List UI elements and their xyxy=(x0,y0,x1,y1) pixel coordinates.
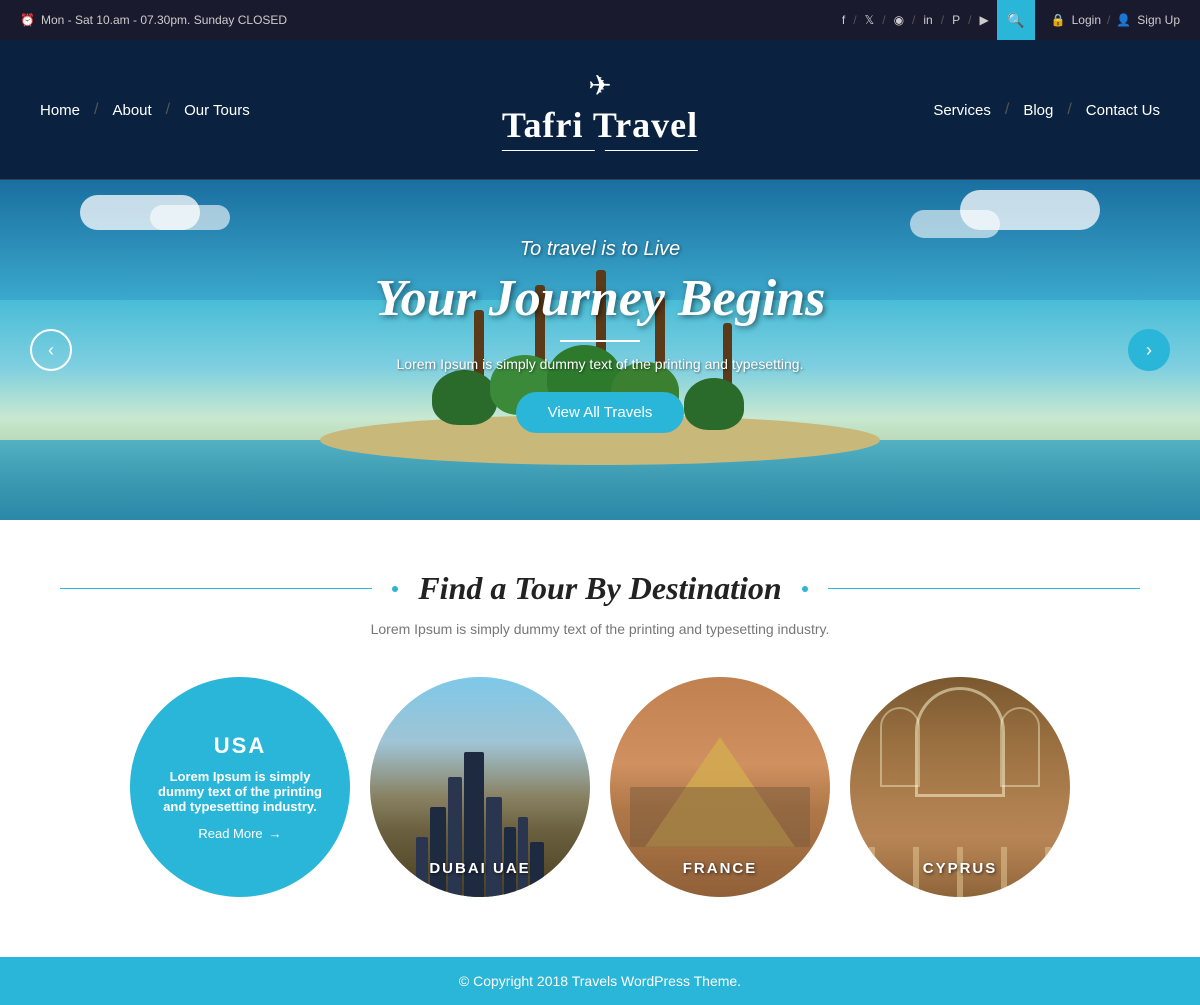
youtube-link[interactable]: ▶ xyxy=(979,13,988,27)
hero-divider xyxy=(560,340,640,342)
top-bar-right: f / 𝕏 / ◉ / in / P / ▶ 🔍 🔒 Login / 👤 Sig… xyxy=(842,0,1180,40)
cyprus-main-arch xyxy=(915,687,1005,797)
twitter-icon: 𝕏 xyxy=(865,13,875,27)
destination-cyprus[interactable]: CYPRUS xyxy=(850,677,1070,897)
dest-france-label: FRANCE xyxy=(610,860,830,877)
brand-divider xyxy=(502,150,698,151)
section-line-right xyxy=(828,588,1140,589)
cloud-2 xyxy=(150,205,230,230)
nav-our-tours[interactable]: Our Tours xyxy=(184,102,250,119)
destination-france[interactable]: FRANCE xyxy=(610,677,830,897)
facebook-icon: f xyxy=(842,13,845,27)
destination-usa[interactable]: USA Lorem Ipsum is simply dummy text of … xyxy=(130,677,350,897)
section-line-end-left xyxy=(392,586,398,592)
footer: © Copyright 2018 Travels WordPress Theme… xyxy=(0,957,1200,1005)
nav-about[interactable]: About xyxy=(112,102,151,119)
instagram-icon: ◉ xyxy=(894,13,904,27)
section-title: Find a Tour By Destination xyxy=(418,570,781,607)
dest-dubai-label: DUBAI UAE xyxy=(370,860,590,877)
brand-icon: ✈ xyxy=(502,69,698,102)
dest-usa-desc: Lorem Ipsum is simply dummy text of the … xyxy=(150,769,330,814)
dest-cyprus-label: CYPRUS xyxy=(850,860,1070,877)
top-bar: ⏰ Mon - Sat 10.am - 07.30pm. Sunday CLOS… xyxy=(0,0,1200,40)
hero-content: To travel is to Live Your Journey Begins… xyxy=(375,238,826,463)
clock-icon: ⏰ xyxy=(20,13,35,27)
pinterest-link[interactable]: P xyxy=(952,13,960,27)
hero-subtitle: To travel is to Live xyxy=(375,238,826,261)
section-description: Lorem Ipsum is simply dummy text of the … xyxy=(60,621,1140,637)
search-button[interactable]: 🔍 xyxy=(997,0,1035,40)
nav-left: Home / About / Our Tours xyxy=(40,101,250,119)
dest-usa-link-text: Read More xyxy=(198,826,262,841)
twitter-link[interactable]: 𝕏 xyxy=(865,13,875,27)
hero-section: ‹ › To travel is to Live Your Journey Be… xyxy=(0,180,1200,520)
section-line-end-right xyxy=(802,586,808,592)
hero-description: Lorem Ipsum is simply dummy text of the … xyxy=(375,356,826,372)
nav-brand: ✈ Tafri Travel xyxy=(502,69,698,151)
nav-right: Services / Blog / Contact Us xyxy=(933,101,1160,119)
brand-title: Tafri Travel xyxy=(502,104,698,146)
copyright-text: © Copyright 2018 Travels WordPress Theme… xyxy=(459,973,741,989)
hero-title: Your Journey Begins xyxy=(375,269,826,328)
instagram-link[interactable]: ◉ xyxy=(894,13,904,27)
login-link[interactable]: Login xyxy=(1072,13,1101,27)
hours-text: Mon - Sat 10.am - 07.30pm. Sunday CLOSED xyxy=(41,13,287,27)
cloud-4 xyxy=(910,210,1000,238)
youtube-icon: ▶ xyxy=(979,13,988,27)
carousel-next-button[interactable]: › xyxy=(1128,329,1170,371)
destinations-row: USA Lorem Ipsum is simply dummy text of … xyxy=(60,667,1140,927)
section-line-left xyxy=(60,588,372,589)
linkedin-link[interactable]: in xyxy=(923,13,932,27)
section-header: Find a Tour By Destination xyxy=(60,570,1140,607)
lock-icon: 🔒 xyxy=(1051,13,1066,27)
business-hours: ⏰ Mon - Sat 10.am - 07.30pm. Sunday CLOS… xyxy=(20,13,287,27)
linkedin-icon: in xyxy=(923,13,932,27)
signup-link[interactable]: Sign Up xyxy=(1137,13,1180,27)
auth-links: 🔒 Login / 👤 Sign Up xyxy=(1051,13,1180,27)
view-travels-button[interactable]: View All Travels xyxy=(516,392,685,433)
dest-usa-name: USA xyxy=(214,733,266,759)
nav-home[interactable]: Home xyxy=(40,102,80,119)
destination-dubai[interactable]: DUBAI UAE xyxy=(370,677,590,897)
facebook-link[interactable]: f xyxy=(842,13,845,27)
find-tour-section: Find a Tour By Destination Lorem Ipsum i… xyxy=(0,520,1200,957)
navbar: Home / About / Our Tours ✈ Tafri Travel … xyxy=(0,40,1200,180)
pinterest-icon: P xyxy=(952,13,960,27)
nav-blog[interactable]: Blog xyxy=(1023,102,1053,119)
user-icon: 👤 xyxy=(1116,13,1131,27)
dest-usa-link[interactable]: Read More → xyxy=(198,826,281,841)
nav-contact[interactable]: Contact Us xyxy=(1086,102,1160,119)
nav-services[interactable]: Services xyxy=(933,102,991,119)
carousel-prev-button[interactable]: ‹ xyxy=(30,329,72,371)
dest-usa-arrow: → xyxy=(269,826,282,841)
